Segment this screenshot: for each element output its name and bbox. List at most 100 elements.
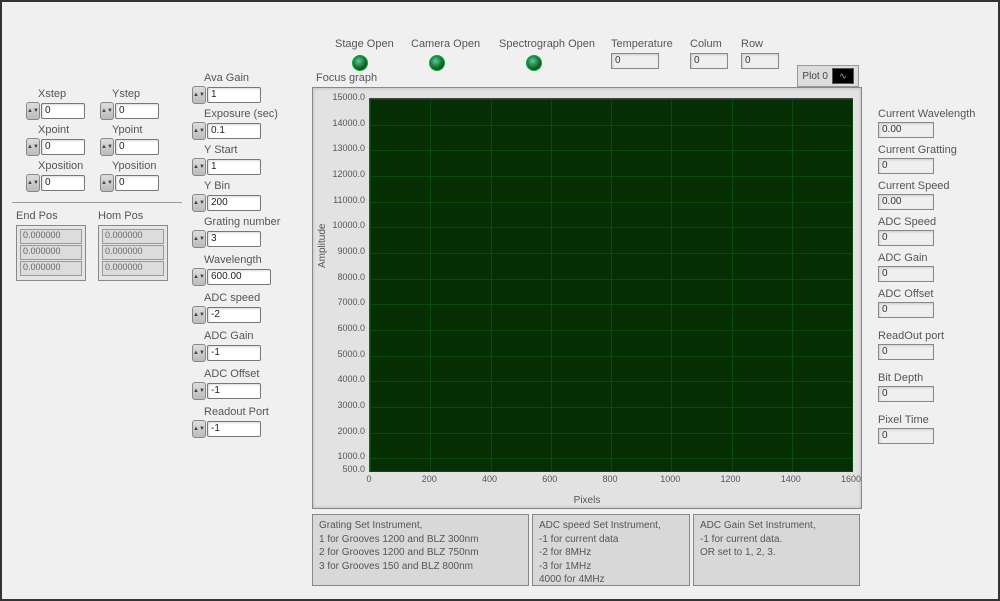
end-pos-cluster[interactable]: 0.000000 0.000000 0.000000 [16, 225, 86, 281]
adc-gain-control[interactable]: ▲▼ -1 [192, 344, 261, 362]
end-pos-row[interactable]: 0.000000 [20, 261, 82, 276]
spinner-icon[interactable]: ▲▼ [192, 344, 206, 362]
end-pos-row[interactable]: 0.000000 [20, 229, 82, 244]
adc-speed-info-text: ADC speed Set Instrument, -1 for current… [539, 519, 683, 587]
adc-speed-label: ADC speed [204, 292, 260, 304]
spinner-icon[interactable]: ▲▼ [26, 174, 40, 192]
chart-ytick: 1000.0 [323, 451, 365, 461]
adc-speed-control[interactable]: ▲▼ -2 [192, 306, 261, 324]
spectrograph-open-label: Spectrograph Open [499, 38, 595, 50]
spinner-icon[interactable]: ▲▼ [192, 194, 206, 212]
yposition-value[interactable]: 0 [115, 175, 159, 191]
wavelength-value[interactable]: 600.00 [207, 269, 271, 285]
hom-pos-row[interactable]: 0.000000 [102, 245, 164, 260]
current-speed-indicator: 0.00 [878, 194, 934, 210]
spinner-icon[interactable]: ▲▼ [192, 420, 206, 438]
spinner-icon[interactable]: ▲▼ [100, 138, 114, 156]
readout-port-value[interactable]: -1 [207, 421, 261, 437]
adc-offset-value[interactable]: -1 [207, 383, 261, 399]
spinner-icon[interactable]: ▲▼ [192, 382, 206, 400]
yposition-control[interactable]: ▲▼ 0 [100, 174, 159, 192]
adc-offset-control[interactable]: ▲▼ -1 [192, 382, 261, 400]
chart-ytick: 11000.0 [323, 195, 365, 205]
ystart-value[interactable]: 1 [207, 159, 261, 175]
ypoint-control[interactable]: ▲▼ 0 [100, 138, 159, 156]
xposition-label: Xposition [38, 160, 83, 172]
adc-offset-readout: 0 [878, 302, 934, 318]
xposition-value[interactable]: 0 [41, 175, 85, 191]
current-wavelength-label: Current Wavelength [878, 108, 975, 120]
hom-pos-row[interactable]: 0.000000 [102, 229, 164, 244]
ypoint-value[interactable]: 0 [115, 139, 159, 155]
colum-label: Colum [690, 38, 722, 50]
ybin-value[interactable]: 200 [207, 195, 261, 211]
chart-ytick: 12000.0 [323, 169, 365, 179]
spinner-icon[interactable]: ▲▼ [26, 138, 40, 156]
exposure-control[interactable]: ▲▼ 0.1 [192, 122, 261, 140]
exposure-value[interactable]: 0.1 [207, 123, 261, 139]
chart-ytick: 7000.0 [323, 297, 365, 307]
ava-gain-control[interactable]: ▲▼ 1 [192, 86, 261, 104]
spinner-icon[interactable]: ▲▼ [192, 158, 206, 176]
wavelength-label: Wavelength [204, 254, 262, 266]
ybin-control[interactable]: ▲▼ 200 [192, 194, 261, 212]
chart-xtick: 0 [354, 474, 384, 484]
chart-ytick: 10000.0 [323, 220, 365, 230]
ystep-value[interactable]: 0 [115, 103, 159, 119]
readout-port-control[interactable]: ▲▼ -1 [192, 420, 261, 438]
chart-legend[interactable]: Plot 0 ∿ [797, 65, 859, 87]
grating-number-control[interactable]: ▲▼ 3 [192, 230, 261, 248]
grating-number-value[interactable]: 3 [207, 231, 261, 247]
adc-offset-label: ADC Offset [204, 368, 259, 380]
current-gratting-label: Current Gratting [878, 144, 957, 156]
hom-pos-cluster[interactable]: 0.000000 0.000000 0.000000 [98, 225, 168, 281]
adc-speed-info-box: ADC speed Set Instrument, -1 for current… [532, 514, 690, 586]
spinner-icon[interactable]: ▲▼ [100, 102, 114, 120]
spinner-icon[interactable]: ▲▼ [192, 230, 206, 248]
chart-ytick: 14000.0 [323, 118, 365, 128]
spinner-icon[interactable]: ▲▼ [192, 122, 206, 140]
exposure-label: Exposure (sec) [204, 108, 278, 120]
end-pos-row[interactable]: 0.000000 [20, 245, 82, 260]
spinner-icon[interactable]: ▲▼ [100, 174, 114, 192]
chart-plot-area[interactable] [369, 98, 853, 472]
xpoint-control[interactable]: ▲▼ 0 [26, 138, 85, 156]
spinner-icon[interactable]: ▲▼ [192, 86, 206, 104]
adc-gain-readout: 0 [878, 266, 934, 282]
chart-ytick: 8000.0 [323, 272, 365, 282]
divider [12, 202, 182, 203]
camera-open-label: Camera Open [411, 38, 480, 50]
chart-ytick: 9000.0 [323, 246, 365, 256]
row-label: Row [741, 38, 763, 50]
chart-ytick: 3000.0 [323, 400, 365, 410]
xstep-control[interactable]: ▲▼ 0 [26, 102, 85, 120]
ava-gain-value[interactable]: 1 [207, 87, 261, 103]
spinner-icon[interactable]: ▲▼ [192, 268, 206, 286]
xposition-control[interactable]: ▲▼ 0 [26, 174, 85, 192]
ybin-label: Y Bin [204, 180, 230, 192]
ystart-control[interactable]: ▲▼ 1 [192, 158, 261, 176]
readout-port-label: Readout Port [204, 406, 269, 418]
ava-gain-label: Ava Gain [204, 72, 249, 84]
chart-xtick: 400 [475, 474, 505, 484]
adc-gain-value[interactable]: -1 [207, 345, 261, 361]
ystep-control[interactable]: ▲▼ 0 [100, 102, 159, 120]
chart-title: Focus graph [316, 72, 377, 84]
wavelength-control[interactable]: ▲▼ 600.00 [192, 268, 271, 286]
adc-speed-readout-label: ADC Speed [878, 216, 936, 228]
current-speed-label: Current Speed [878, 180, 950, 192]
focus-graph[interactable]: Plot 0 ∿ Amplitude Pixels 500.01000.0200… [312, 87, 862, 509]
chart-xtick: 800 [595, 474, 625, 484]
ypoint-label: Ypoint [112, 124, 142, 136]
adc-speed-readout: 0 [878, 230, 934, 246]
legend-swatch-icon[interactable]: ∿ [832, 68, 854, 84]
spinner-icon[interactable]: ▲▼ [192, 306, 206, 324]
hom-pos-row[interactable]: 0.000000 [102, 261, 164, 276]
xpoint-value[interactable]: 0 [41, 139, 85, 155]
readout-port-readout: 0 [878, 344, 934, 360]
chart-xlabel: Pixels [574, 495, 601, 506]
adc-speed-value[interactable]: -2 [207, 307, 261, 323]
current-wavelength-indicator: 0.00 [878, 122, 934, 138]
xstep-value[interactable]: 0 [41, 103, 85, 119]
spinner-icon[interactable]: ▲▼ [26, 102, 40, 120]
